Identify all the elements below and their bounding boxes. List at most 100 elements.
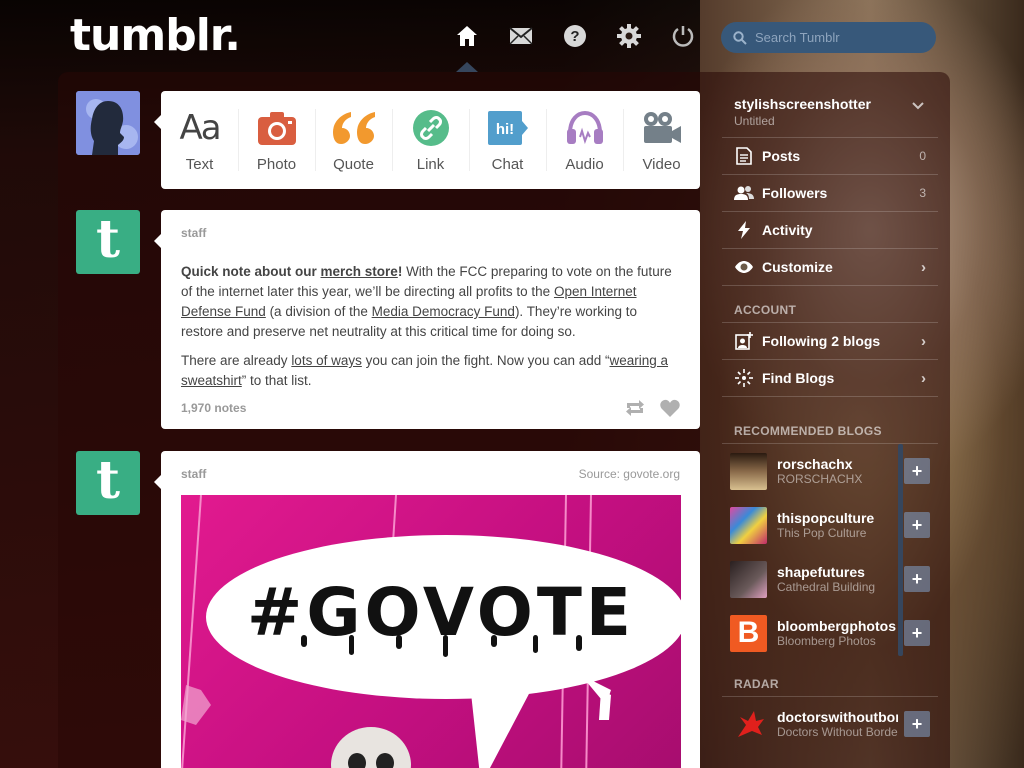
search-box[interactable] xyxy=(721,22,936,53)
recommended-blog[interactable]: rorschachx RORSCHACHX + xyxy=(722,444,938,498)
post-type-label: Video xyxy=(642,155,681,173)
recommended-blog-title: Bloomberg Photos xyxy=(777,634,876,648)
help-icon[interactable]: ? xyxy=(560,20,590,52)
blog-thumbnail xyxy=(730,560,767,598)
media-democracy-fund-link[interactable]: Media Democracy Fund xyxy=(372,304,515,319)
recommended-blog[interactable]: thispopculture This Pop Culture + xyxy=(722,498,938,552)
svg-text:?: ? xyxy=(570,28,579,45)
follow-plus-button[interactable]: + xyxy=(904,512,930,538)
chevron-right-icon: › xyxy=(921,332,926,350)
quote-icon xyxy=(332,108,375,148)
post-type-audio[interactable]: Audio xyxy=(546,91,623,189)
home-icon[interactable] xyxy=(452,20,482,52)
gear-icon[interactable] xyxy=(614,20,644,52)
sidebar-item-find-blogs[interactable]: Find Blogs › xyxy=(722,360,938,397)
post-type-label: Link xyxy=(416,155,445,173)
follow-plus-button[interactable]: + xyxy=(904,458,930,484)
post-type-label: Chat xyxy=(491,155,524,173)
recommended-blog[interactable]: B bloombergphotos Bloomberg Photos + xyxy=(722,606,938,660)
chevron-right-icon: › xyxy=(921,258,926,276)
recommended-blog-title: Cathedral Building xyxy=(777,580,876,594)
post-type-photo[interactable]: Photo xyxy=(238,91,315,189)
recommended-blog-title: RORSCHACHX xyxy=(777,472,863,486)
follow-plus-button[interactable]: + xyxy=(904,620,930,646)
post-blog-name[interactable]: staff xyxy=(181,226,680,240)
search-icon xyxy=(733,30,747,45)
sidebar-item-posts[interactable]: Posts 0 xyxy=(722,138,938,175)
search-input[interactable] xyxy=(755,30,925,45)
user-avatar[interactable] xyxy=(76,91,140,155)
sidebar-scrollbar[interactable] xyxy=(898,444,903,656)
post-source[interactable]: Source: govote.org xyxy=(579,467,680,481)
activity-icon xyxy=(734,220,754,240)
post-type-link[interactable]: Link xyxy=(392,91,469,189)
post-type-label: Audio xyxy=(565,155,604,173)
sidebar-item-activity[interactable]: Activity xyxy=(722,212,938,249)
posts-icon xyxy=(734,146,754,166)
radar-blog-name: doctorswithoutbord xyxy=(777,709,898,725)
link-icon xyxy=(412,108,449,148)
staff-avatar[interactable]: t xyxy=(76,451,140,515)
recommended-blog-name: shapefutures xyxy=(777,564,865,580)
merch-store-link[interactable]: merch store xyxy=(321,264,398,279)
video-icon xyxy=(642,108,682,148)
active-nav-caret xyxy=(456,62,478,72)
post-paragraph: There are already lots of ways you can j… xyxy=(181,353,669,388)
blog-switcher[interactable]: stylishscreenshotter Untitled xyxy=(722,82,938,138)
text-post: staff Quick note about our merch store! … xyxy=(154,210,700,429)
post-photo[interactable]: #GOVOTE xyxy=(181,495,681,768)
follow-plus-button[interactable]: + xyxy=(904,711,930,737)
post-type-label: Text xyxy=(185,155,214,173)
sidebar-item-following[interactable]: Following 2 blogs › xyxy=(722,323,938,360)
find-blogs-icon xyxy=(734,368,754,388)
post-footer: 1,970 notes xyxy=(181,399,680,417)
notes-count[interactable]: 1,970 notes xyxy=(181,401,610,415)
chat-icon: hi! xyxy=(487,108,528,148)
sidebar-item-customize[interactable]: Customize › xyxy=(722,249,938,286)
post-paragraph: Quick note about our merch store! With t… xyxy=(181,264,672,339)
post-type-label: Quote xyxy=(333,155,374,173)
post-type-quote[interactable]: Quote xyxy=(315,91,392,189)
svg-text:hi!: hi! xyxy=(495,121,513,138)
radar-thumbnail xyxy=(730,706,767,743)
lots-of-ways-link[interactable]: lots of ways xyxy=(291,353,362,368)
headphones-icon xyxy=(566,108,604,148)
following-icon xyxy=(734,331,754,351)
power-icon[interactable] xyxy=(668,20,698,52)
customize-icon xyxy=(734,257,754,277)
like-heart-icon[interactable] xyxy=(660,399,680,417)
radar-heading: RADAR xyxy=(734,677,779,691)
post-type-label: Photo xyxy=(256,155,297,173)
blog-thumbnail xyxy=(730,506,767,544)
recommended-blog-name: thispopculture xyxy=(777,510,875,526)
tumblr-logo[interactable]: tumblr. xyxy=(70,10,241,61)
radar-blog-title: Doctors Without Borde xyxy=(777,725,898,739)
recommended-heading: RECOMMENDED BLOGS xyxy=(734,424,882,438)
followers-icon xyxy=(734,183,754,203)
post-type-bar: Aa Text Photo Quote Link hi! Chat Audio xyxy=(154,91,700,189)
mail-icon[interactable] xyxy=(506,20,536,52)
post-type-chat[interactable]: hi! Chat xyxy=(469,91,546,189)
reblog-icon[interactable] xyxy=(624,399,646,417)
sidebar: stylishscreenshotter Untitled Posts 0 Fo… xyxy=(722,82,938,751)
blog-thumbnail: B xyxy=(730,614,767,652)
recommended-blog-name: rorschachx xyxy=(777,456,853,472)
sidebar-item-followers[interactable]: Followers 3 xyxy=(722,175,938,212)
photo-post: staff Source: govote.org #GOVOTE xyxy=(154,451,700,768)
blog-thumbnail xyxy=(730,452,767,490)
radar-blog[interactable]: doctorswithoutbord Doctors Without Borde … xyxy=(722,697,938,751)
recommended-blog[interactable]: shapefutures Cathedral Building + xyxy=(722,552,938,606)
blog-subtitle: Untitled xyxy=(734,114,775,128)
camera-icon xyxy=(257,108,296,148)
blog-name: stylishscreenshotter xyxy=(734,96,871,112)
top-nav: ? xyxy=(452,20,698,52)
post-type-text[interactable]: Aa Text xyxy=(161,91,238,189)
recommended-blog-name: bloombergphotos xyxy=(777,618,896,634)
post-type-video[interactable]: Video xyxy=(623,91,700,189)
recommended-blog-title: This Pop Culture xyxy=(777,526,867,540)
account-heading: ACCOUNT xyxy=(734,303,797,317)
follow-plus-button[interactable]: + xyxy=(904,566,930,592)
staff-avatar[interactable]: t xyxy=(76,210,140,274)
text-icon: Aa xyxy=(179,107,221,148)
chevron-down-icon xyxy=(912,102,924,110)
